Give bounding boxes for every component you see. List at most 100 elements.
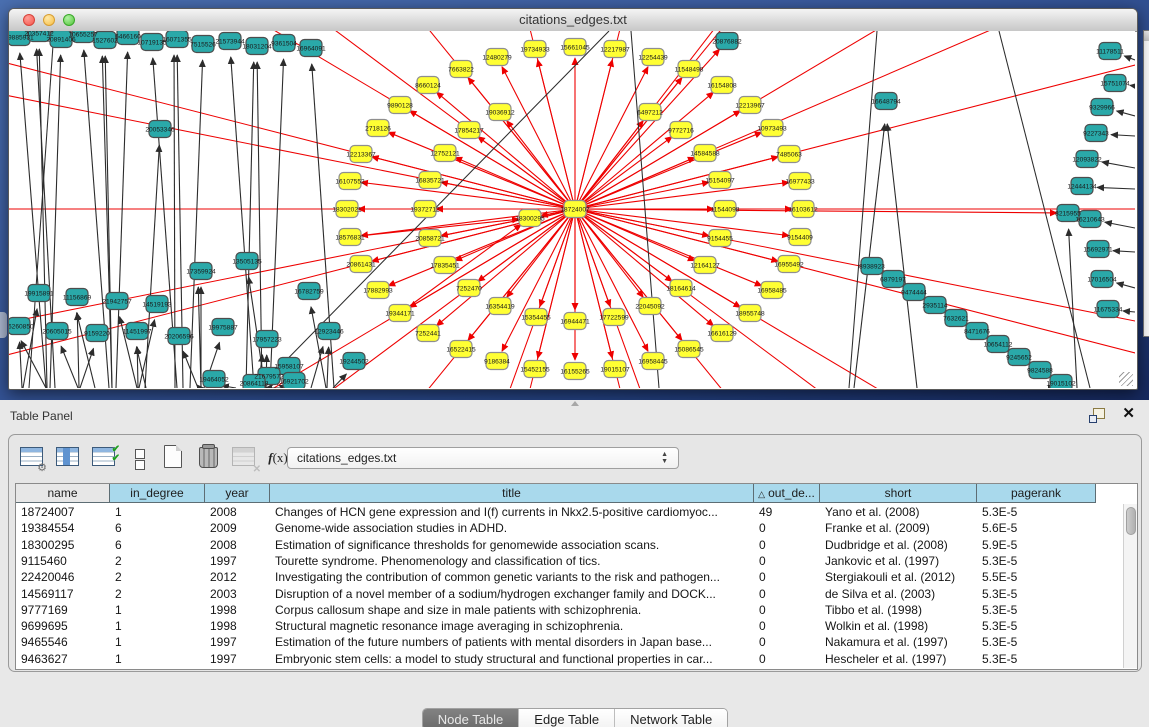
table-row[interactable]: 911546021997Tourette syndrome. Phenomeno…: [16, 553, 1137, 569]
table-cell[interactable]: 0: [754, 586, 820, 602]
table-cell[interactable]: 2003: [205, 586, 270, 602]
table-cell[interactable]: 2: [110, 569, 205, 585]
table-row[interactable]: 1830029562008Estimation of significance …: [16, 537, 1137, 553]
table-cell[interactable]: 49: [754, 504, 820, 520]
table-row[interactable]: 946362711997Embryonic stem cells: a mode…: [16, 651, 1137, 667]
table-select-dropdown[interactable]: citations_edges.txt ▲▼: [287, 447, 679, 469]
table-cell[interactable]: 1: [110, 504, 205, 520]
table-cell[interactable]: 5.9E-5: [977, 537, 1096, 553]
window-resize-grip[interactable]: [1119, 372, 1133, 386]
column-header-name[interactable]: name: [16, 484, 110, 503]
table-cell[interactable]: 22420046: [16, 569, 110, 585]
table-cell[interactable]: Yano et al. (2008): [820, 504, 977, 520]
table-cell[interactable]: Tourette syndrome. Phenomenology and cla…: [270, 553, 754, 569]
table-cell[interactable]: 5.6E-5: [977, 520, 1096, 536]
tab-edge-table[interactable]: Edge Table: [518, 709, 614, 727]
table-cell[interactable]: 0: [754, 520, 820, 536]
row-checks-icon[interactable]: ✔✔: [89, 443, 119, 473]
table-cell[interactable]: 5.3E-5: [977, 602, 1096, 618]
table-cell[interactable]: Estimation of significance thresholds fo…: [270, 537, 754, 553]
table-cell[interactable]: 9699695: [16, 618, 110, 634]
table-cell[interactable]: Genome-wide association studies in ADHD.: [270, 520, 754, 536]
table-cell[interactable]: 0: [754, 569, 820, 585]
table-cell[interactable]: 5.3E-5: [977, 618, 1096, 634]
table-cell[interactable]: 1997: [205, 634, 270, 650]
tab-node-table[interactable]: Node Table: [423, 709, 519, 727]
table-cell[interactable]: Franke et al. (2009): [820, 520, 977, 536]
table-cell[interactable]: 0: [754, 618, 820, 634]
table-header-row[interactable]: namein_degreeyeartitle△out_de...shortpag…: [16, 484, 1137, 504]
network-canvas[interactable]: 1872400718300295161036121697743374850631…: [9, 31, 1135, 388]
table-cell[interactable]: 5.3E-5: [977, 504, 1096, 520]
table-cell[interactable]: 5.3E-5: [977, 651, 1096, 667]
table-cell[interactable]: 14569117: [16, 586, 110, 602]
table-cell[interactable]: 19384554: [16, 520, 110, 536]
new-file-icon[interactable]: [158, 443, 188, 473]
table-cell[interactable]: 1: [110, 602, 205, 618]
table-cell[interactable]: 0: [754, 537, 820, 553]
table-cell[interactable]: 1997: [205, 553, 270, 569]
collapsed-panel-handle[interactable]: [0, 312, 7, 338]
table-row[interactable]: 977716911998Corpus callosum shape and si…: [16, 602, 1137, 618]
column-header-in-degree[interactable]: in_degree: [110, 484, 205, 503]
table-cell[interactable]: 9115460: [16, 553, 110, 569]
column-header-year[interactable]: year: [205, 484, 270, 503]
table-cell[interactable]: 0: [754, 602, 820, 618]
table-cell[interactable]: 9465546: [16, 634, 110, 650]
rows-icon[interactable]: [125, 443, 155, 473]
table-cell[interactable]: 0: [754, 651, 820, 667]
table-cell[interactable]: Corpus callosum shape and size in male p…: [270, 602, 754, 618]
table-cell[interactable]: 5.3E-5: [977, 634, 1096, 650]
table-cell[interactable]: 2008: [205, 537, 270, 553]
table-cell[interactable]: Jankovic et al. (1997): [820, 553, 977, 569]
table-cell[interactable]: Structural magnetic resonance image aver…: [270, 618, 754, 634]
scrollbar-thumb[interactable]: [1126, 507, 1136, 535]
table-cell[interactable]: 1998: [205, 602, 270, 618]
table-cell[interactable]: 2012: [205, 569, 270, 585]
table-cell[interactable]: Stergiakouli et al. (2012): [820, 569, 977, 585]
table-cell[interactable]: Changes of HCN gene expression and I(f) …: [270, 504, 754, 520]
table-cell[interactable]: 0: [754, 553, 820, 569]
table-cell[interactable]: 2009: [205, 520, 270, 536]
table-row[interactable]: 1456911722003Disruption of a novel membe…: [16, 586, 1137, 602]
table-cell[interactable]: Dudbridge et al. (2008): [820, 537, 977, 553]
select-column-icon[interactable]: [53, 443, 83, 473]
float-panel-icon[interactable]: [1089, 408, 1105, 423]
table-cell[interactable]: 18300295: [16, 537, 110, 553]
table-cell[interactable]: Nakamura et al. (1997): [820, 634, 977, 650]
table-cell[interactable]: 6: [110, 537, 205, 553]
table-cell[interactable]: 5.3E-5: [977, 586, 1096, 602]
trash-icon[interactable]: [193, 443, 223, 473]
table-cell[interactable]: Investigating the contribution of common…: [270, 569, 754, 585]
table-cell[interactable]: 0: [754, 634, 820, 650]
table-cell[interactable]: Tibbo et al. (1998): [820, 602, 977, 618]
table-cell[interactable]: 6: [110, 520, 205, 536]
column-header-title[interactable]: title: [270, 484, 754, 503]
background-window-edge[interactable]: [1143, 30, 1149, 337]
table-cell[interactable]: Hescheler et al. (1997): [820, 651, 977, 667]
table-cell[interactable]: 1997: [205, 651, 270, 667]
table-cell[interactable]: Wolkin et al. (1998): [820, 618, 977, 634]
network-window[interactable]: citations_edges.txt 18724007183002951610…: [8, 8, 1138, 390]
table-cell[interactable]: 2: [110, 586, 205, 602]
table-cell[interactable]: 5.5E-5: [977, 569, 1096, 585]
table-cell[interactable]: 1: [110, 651, 205, 667]
table-cell[interactable]: Embryonic stem cells: a model to study s…: [270, 651, 754, 667]
table-vertical-scrollbar[interactable]: [1123, 504, 1137, 668]
table-cell[interactable]: Disruption of a novel member of a sodium…: [270, 586, 754, 602]
column-header-pagerank[interactable]: pagerank: [977, 484, 1096, 503]
table-cell[interactable]: 9463627: [16, 651, 110, 667]
table-cell[interactable]: 5.3E-5: [977, 553, 1096, 569]
table-row[interactable]: 1872400712008Changes of HCN gene express…: [16, 504, 1137, 520]
column-header-out-de-[interactable]: △out_de...: [754, 484, 820, 503]
table-row[interactable]: 1938455462009Genome-wide association stu…: [16, 520, 1137, 536]
tab-network-table[interactable]: Network Table: [614, 709, 727, 727]
table-cell[interactable]: 1: [110, 634, 205, 650]
table-cell[interactable]: de Silva et al. (2003): [820, 586, 977, 602]
table-cell[interactable]: 1: [110, 618, 205, 634]
node-table[interactable]: namein_degreeyeartitle△out_de...shortpag…: [15, 483, 1138, 670]
table-cell[interactable]: 1998: [205, 618, 270, 634]
table-cell[interactable]: Estimation of the future numbers of pati…: [270, 634, 754, 650]
table-settings-icon[interactable]: ⚙: [17, 443, 47, 473]
network-view[interactable]: 1872400718300295161036121697743374850631…: [9, 31, 1135, 388]
